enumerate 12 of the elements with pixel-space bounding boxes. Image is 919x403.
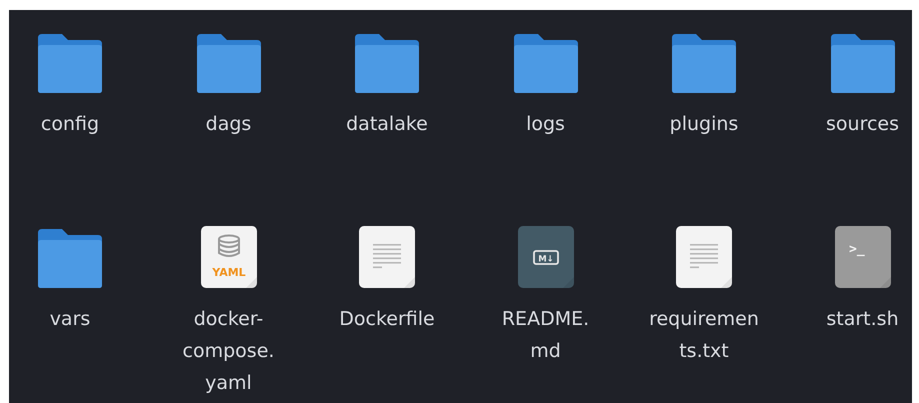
file-name: config	[40, 112, 100, 137]
file-name: logs	[526, 112, 565, 137]
file-name: dags	[206, 112, 252, 137]
file-name: Dockerfile	[339, 307, 435, 332]
file-name: plugins	[670, 112, 738, 137]
file-name: README. md	[502, 307, 590, 364]
file-name: datalake	[346, 112, 428, 137]
file-name: vars	[50, 307, 90, 332]
file-name: start.sh	[826, 307, 899, 332]
file-name: requiremen ts.txt	[649, 307, 759, 364]
file-name: docker- compose. yaml	[182, 307, 274, 396]
file-name: sources	[826, 112, 899, 137]
